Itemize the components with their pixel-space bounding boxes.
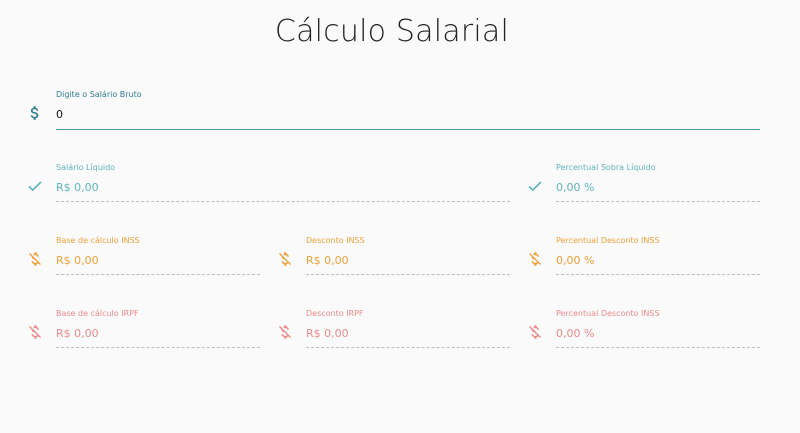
- net-salary-value: R$ 0,00: [56, 181, 99, 194]
- irpf-percent-label: Percentual Desconto INSS: [556, 309, 660, 318]
- gross-salary-field[interactable]: Digite o Salário Bruto 0: [0, 0, 800, 140]
- money-off-icon: [29, 252, 41, 266]
- inss-base-value: R$ 0,00: [56, 254, 99, 267]
- money-off-icon: [279, 252, 291, 266]
- irpf-discount-label: Desconto IRPF: [306, 309, 364, 318]
- irpf-discount-underline: [306, 347, 510, 348]
- money-off-icon: [279, 325, 291, 339]
- dollar-icon: [30, 106, 39, 120]
- salary-calculator-page: Cálculo Salarial Digite o Salário Bruto …: [0, 0, 800, 433]
- inss-discount-label: Desconto INSS: [306, 236, 365, 245]
- net-salary-label: Salário Líquido: [56, 163, 116, 172]
- inss-discount-underline: [306, 274, 510, 275]
- money-off-icon: [29, 325, 41, 339]
- net-percent-label: Percentual Sobra Líquido: [556, 163, 656, 172]
- inss-percent-label: Percentual Desconto INSS: [556, 236, 660, 245]
- gross-salary-underline: [56, 129, 760, 130]
- gross-salary-input[interactable]: 0: [56, 108, 63, 121]
- money-off-icon: [529, 252, 541, 266]
- inss-percent-underline: [556, 274, 760, 275]
- check-icon: [28, 181, 42, 192]
- check-icon: [528, 181, 542, 192]
- inss-base-underline: [56, 274, 260, 275]
- inss-percent-value: 0,00 %: [556, 254, 595, 267]
- money-off-icon: [529, 325, 541, 339]
- net-percent-value: 0,00 %: [556, 181, 595, 194]
- irpf-percent-value: 0,00 %: [556, 327, 595, 340]
- gross-salary-label: Digite o Salário Bruto: [56, 90, 142, 99]
- inss-base-label: Base de cálculo INSS: [56, 236, 140, 245]
- irpf-percent-underline: [556, 347, 760, 348]
- net-percent-underline: [556, 201, 760, 202]
- net-salary-underline: [56, 201, 510, 202]
- irpf-discount-value: R$ 0,00: [306, 327, 349, 340]
- inss-discount-value: R$ 0,00: [306, 254, 349, 267]
- irpf-base-value: R$ 0,00: [56, 327, 99, 340]
- irpf-base-underline: [56, 347, 260, 348]
- irpf-base-label: Base de cálculo IRPF: [56, 309, 139, 318]
